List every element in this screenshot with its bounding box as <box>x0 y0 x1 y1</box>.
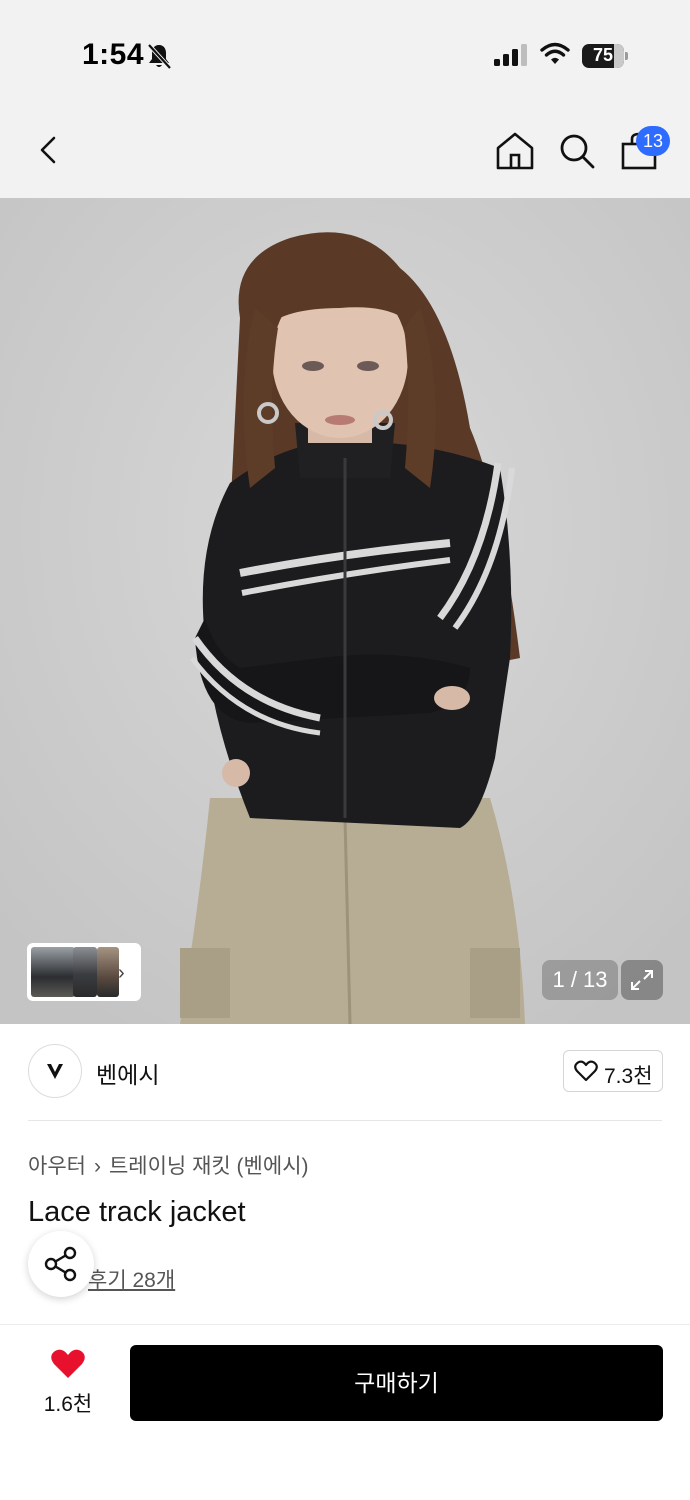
search-icon[interactable] <box>556 130 598 172</box>
expand-icon[interactable] <box>621 960 663 1000</box>
battery-icon: 75 <box>582 44 628 68</box>
brand-name[interactable]: 벤에시 <box>96 1056 159 1090</box>
wish-count: 1.6천 <box>43 1393 93 1416</box>
heart-filled-icon[interactable] <box>50 1348 86 1380</box>
battery-level: 75 <box>592 45 614 65</box>
breadcrumb-item[interactable]: 트레이닝 재킷 (벤에시) <box>109 1155 309 1178</box>
model-photo <box>0 198 690 1024</box>
chevron-right-icon[interactable]: › <box>118 962 125 985</box>
brand-like-count: 7.3천 <box>604 1065 653 1088</box>
heart-outline-icon <box>574 1060 598 1082</box>
app-header <box>0 100 690 198</box>
cart-count-badge: 13 <box>636 126 670 156</box>
signal-icon <box>494 44 527 66</box>
share-icon <box>44 1246 77 1282</box>
review-count-link[interactable]: 후기 28개 <box>88 1264 175 1294</box>
wifi-icon <box>540 42 570 64</box>
share-button[interactable] <box>28 1231 94 1297</box>
product-title: Lace track jacket <box>28 1196 246 1228</box>
status-time: 1:54 <box>82 38 145 71</box>
chevron-right-icon: › <box>93 1155 101 1178</box>
brand-like-button[interactable]: 7.3천 <box>563 1050 663 1092</box>
thumbnail[interactable] <box>73 947 97 997</box>
home-icon[interactable] <box>494 130 536 172</box>
thumbnail[interactable] <box>31 947 75 997</box>
breadcrumb-item[interactable]: 아우터 <box>28 1155 86 1178</box>
brand-v-logo <box>47 1064 63 1079</box>
image-counter: 1 / 13 <box>542 960 618 1000</box>
bell-slash-icon <box>147 43 172 70</box>
divider <box>28 1120 662 1121</box>
brand-logo[interactable] <box>28 1044 82 1098</box>
product-image[interactable] <box>0 198 690 1024</box>
buy-button[interactable]: 구매하기 <box>130 1345 663 1421</box>
breadcrumb: 아우터 › 트레이닝 재킷 (벤에시) <box>28 1150 309 1180</box>
thumbnail[interactable] <box>97 947 119 997</box>
back-icon[interactable] <box>30 130 70 170</box>
